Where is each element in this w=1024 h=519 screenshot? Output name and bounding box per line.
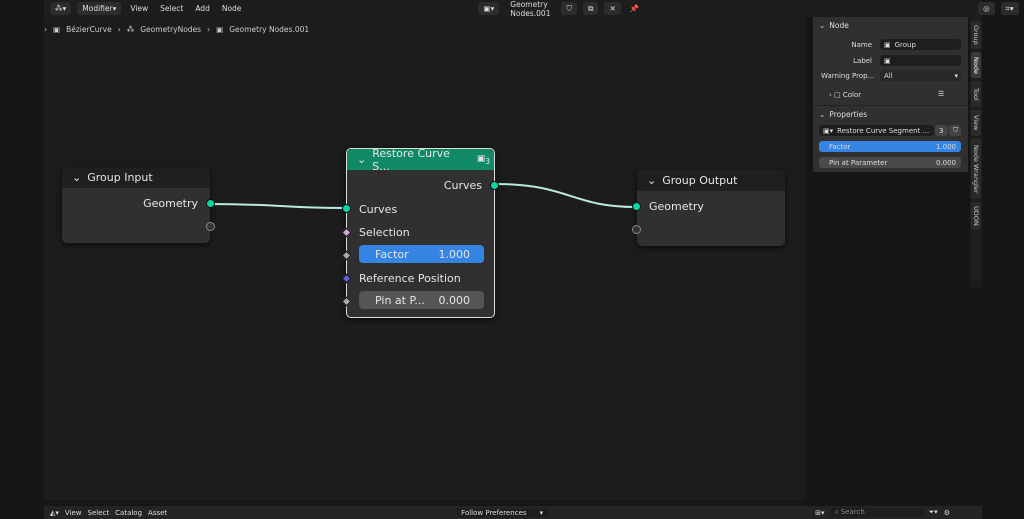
search-placeholder: Search: [840, 508, 865, 516]
group-output-node[interactable]: ⌄ Group Output Geometry: [632, 170, 785, 246]
factor-field[interactable]: Factor 1.000: [359, 245, 484, 263]
name-label: Name: [851, 41, 872, 49]
fake-user-icon[interactable]: ⛉: [949, 125, 961, 136]
list-icon[interactable]: ☰: [938, 90, 944, 98]
factor-label: Factor: [375, 247, 409, 261]
socket-label-geometry: Geometry: [649, 200, 704, 213]
menu-select[interactable]: Select: [88, 509, 110, 517]
socket-label-geometry: Geometry: [143, 197, 198, 210]
color-label: Color: [842, 91, 862, 99]
sidebar-panel: ⌄ Node Name ▣ Group Label ▣ Warning Prop…: [813, 17, 968, 172]
settings-icon[interactable]: ⚙: [944, 509, 950, 517]
node-group-selector[interactable]: ▣▾ Restore Curve Segment ...: [819, 125, 934, 136]
curves-output-socket[interactable]: [490, 181, 499, 190]
pin-field[interactable]: Pin at P... 0.000: [359, 291, 484, 309]
node-section-header[interactable]: ⌄ Node: [813, 17, 968, 34]
label-label: Label: [853, 57, 872, 65]
user-count-badge[interactable]: 3: [935, 125, 948, 136]
section-title: Node: [829, 21, 849, 30]
label-input[interactable]: ▣: [880, 55, 961, 66]
color-toggle[interactable]: › ▢ Color: [829, 91, 861, 99]
tab-tool[interactable]: Tool: [971, 81, 981, 107]
socket-label-curves-in: Curves: [359, 203, 398, 216]
pin-field[interactable]: Pin at Parameter 0.000: [819, 157, 961, 168]
import-method-dropdown[interactable]: Follow Preferences ▾: [457, 508, 548, 517]
collapse-icon: ⌄: [357, 153, 367, 166]
tab-node[interactable]: Node: [971, 52, 981, 78]
group-name: Restore Curve Segment ...: [837, 126, 930, 135]
warning-label: Warning Prop...: [821, 72, 875, 80]
warning-value: All: [884, 71, 893, 80]
filter-icon[interactable]: ⏷▾: [929, 508, 938, 517]
geometry-output-socket[interactable]: [206, 199, 215, 208]
collapse-icon: ⌄: [72, 171, 82, 184]
factor-label: Factor: [829, 142, 851, 151]
restore-curve-node[interactable]: ⌄ Restore Curve S... ▣3 Curves Curves Sele…: [341, 146, 499, 318]
tab-group[interactable]: Group: [971, 21, 981, 49]
section-title: Properties: [829, 110, 868, 119]
menu-asset[interactable]: Asset: [148, 509, 167, 517]
pin-label: Pin at P...: [375, 293, 425, 307]
tab-view[interactable]: View: [971, 110, 981, 136]
dropdown-value: Follow Preferences: [461, 508, 527, 517]
node-group-icon: ▣3: [476, 153, 490, 166]
factor-value: 1.000: [438, 247, 471, 261]
asset-browser-icon[interactable]: ◭▾: [50, 509, 59, 517]
pin-label: Pin at Parameter: [829, 158, 888, 167]
socket-label-selection: Selection: [359, 226, 410, 239]
search-input[interactable]: ⌕ Search: [830, 508, 923, 517]
tab-node-wrangler[interactable]: Node Wrangler: [971, 139, 981, 199]
link-geometry-curves: [208, 203, 347, 209]
asset-browser-header: ◭▾ View Select Catalog Asset Follow Pref…: [44, 506, 982, 519]
node-title: Restore Curve S...: [372, 146, 450, 173]
name-value: Group: [894, 40, 916, 49]
socket-label-curves-out: Curves: [443, 179, 482, 192]
node-title: Group Output: [662, 174, 738, 187]
pin-value: 0.000: [438, 293, 471, 307]
pin-value: 0.000: [935, 158, 956, 167]
user-count: 3: [485, 156, 490, 166]
factor-field[interactable]: Factor 1.000: [819, 141, 961, 152]
factor-value: 1.000: [935, 142, 956, 151]
menu-view[interactable]: View: [65, 509, 82, 517]
node-title: Group Input: [87, 171, 153, 184]
menu-catalog[interactable]: Catalog: [115, 509, 142, 517]
geometry-input-socket[interactable]: [632, 202, 641, 211]
sidebar-tabs: Group Node Tool View Node Wrangler UDON: [970, 17, 982, 287]
tab-udon[interactable]: UDON: [971, 202, 981, 230]
properties-section-header[interactable]: ⌄ Properties: [813, 105, 968, 123]
collapse-icon: ⌄: [647, 174, 657, 187]
curves-input-socket[interactable]: [342, 204, 351, 213]
warning-dropdown[interactable]: All ▾: [880, 70, 961, 81]
empty-input-socket[interactable]: [632, 225, 641, 234]
name-input[interactable]: ▣ Group: [880, 39, 961, 50]
group-input-node[interactable]: ⌄ Group Input Geometry: [62, 167, 215, 243]
link-curves-geometry: [494, 183, 638, 208]
empty-output-socket[interactable]: [206, 222, 215, 231]
display-mode-icon[interactable]: ⊞▾: [815, 509, 824, 517]
socket-label-reference-position: Reference Position: [359, 272, 461, 285]
